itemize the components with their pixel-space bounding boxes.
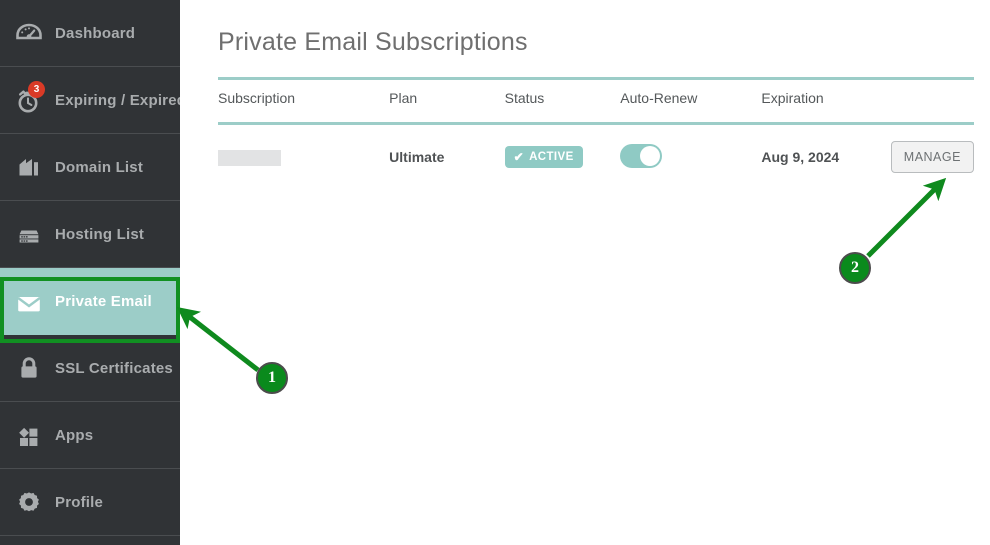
expiration-value: Aug 9, 2024 [761, 149, 840, 165]
sidebar-item-expiring-expired[interactable]: 3 Expiring / Expired [0, 67, 186, 134]
title-divider [218, 77, 974, 80]
cell-subscription [218, 124, 389, 190]
annotation-marker-2: 2 [839, 252, 871, 284]
status-label: ACTIVE [529, 151, 574, 163]
apps-grid-icon [14, 420, 44, 450]
sidebar-item-private-email[interactable]: Private Email [0, 268, 180, 335]
stopwatch-icon: 3 [14, 81, 45, 115]
auto-renew-toggle[interactable] [620, 143, 663, 168]
sidebar-item-label: Domain List [55, 158, 144, 176]
sidebar-item-apps[interactable]: Apps [0, 402, 180, 469]
check-icon: ✔ [513, 150, 525, 164]
annotation-marker-1: 1 [256, 362, 288, 394]
table-row: Ultimate ✔ ACTIVE Aug 9, 2024 MANAGE [218, 124, 974, 190]
app-window: Dashboard 3 Expiring / Expired Domain Li… [0, 0, 990, 545]
cell-expiration: Aug 9, 2024 [761, 124, 890, 190]
sidebar-item-label: Private Email [55, 293, 152, 310]
server-icon [14, 219, 44, 249]
cell-status: ✔ ACTIVE [504, 124, 621, 190]
sidebar-item-label: Expiring / Expired [55, 91, 187, 109]
column-header-expiration: Expiration [761, 90, 891, 125]
table-header: Subscription Plan Status Auto-Renew Expi… [218, 90, 974, 125]
envelope-icon [14, 287, 44, 317]
sidebar-item-ssl-certificates[interactable]: SSL Certificates [0, 335, 180, 402]
status-badge: ✔ ACTIVE [504, 146, 583, 168]
redacted-subscription-name [218, 149, 281, 166]
sidebar-item-label: Apps [55, 426, 94, 444]
house-icon [14, 152, 44, 182]
cell-actions: MANAGE [890, 124, 974, 190]
sidebar-item-label: Dashboard [55, 24, 136, 42]
plan-value: Ultimate [389, 149, 445, 165]
table-body: Ultimate ✔ ACTIVE Aug 9, 2024 MANAGE [218, 124, 974, 190]
sidebar-item-hosting-list[interactable]: Hosting List [0, 201, 180, 268]
lock-icon [14, 353, 44, 383]
speedometer-icon [14, 18, 44, 48]
sidebar-item-label: Hosting List [55, 225, 145, 243]
cell-auto-renew [620, 124, 761, 190]
sidebar: Dashboard 3 Expiring / Expired Domain Li… [0, 0, 186, 545]
sidebar-item-profile[interactable]: Profile [0, 469, 180, 536]
toggle-knob [640, 145, 661, 166]
sidebar-item-domain-list[interactable]: Domain List [0, 134, 180, 201]
column-header-plan: Plan [389, 90, 505, 125]
cell-plan: Ultimate [389, 124, 504, 190]
column-header-actions [890, 90, 974, 125]
gear-icon [14, 487, 44, 517]
sidebar-item-dashboard[interactable]: Dashboard [0, 0, 180, 67]
column-header-status: Status [504, 90, 621, 125]
sidebar-item-label: SSL Certificates [55, 359, 173, 377]
expiring-count-badge: 3 [28, 81, 45, 98]
column-header-subscription: Subscription [218, 90, 390, 125]
subscriptions-table: Subscription Plan Status Auto-Renew Expi… [218, 90, 974, 189]
page-title: Private Email Subscriptions [218, 28, 528, 56]
manage-button[interactable]: MANAGE [890, 141, 974, 173]
column-header-auto-renew: Auto-Renew [620, 90, 762, 125]
table-header-row: Subscription Plan Status Auto-Renew Expi… [218, 90, 974, 125]
sidebar-item-label: Profile [55, 493, 104, 511]
